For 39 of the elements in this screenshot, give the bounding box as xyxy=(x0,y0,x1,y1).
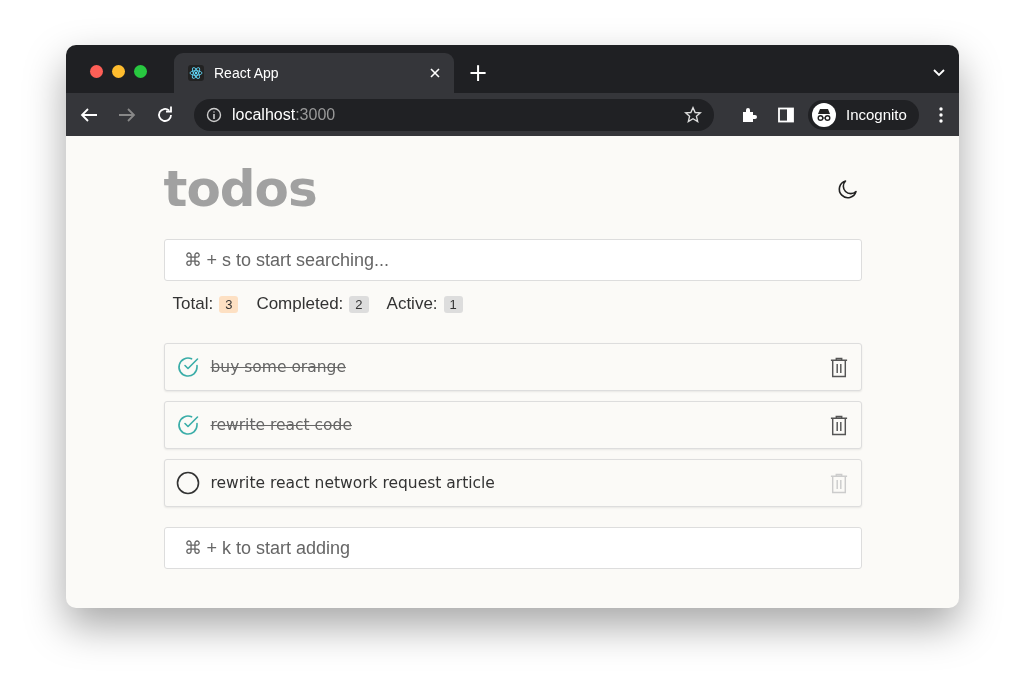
kebab-menu-icon[interactable] xyxy=(938,106,943,123)
count-badge: 2 xyxy=(349,295,369,313)
empty-circle-icon[interactable] xyxy=(175,471,200,495)
star-icon[interactable] xyxy=(684,105,702,124)
stat-label: Total: xyxy=(172,294,214,314)
close-window-button[interactable] xyxy=(90,65,103,78)
side-panel-icon[interactable] xyxy=(778,106,794,123)
new-tab-button[interactable]: + xyxy=(454,61,503,93)
trash-icon[interactable] xyxy=(829,356,848,378)
tab-title: React App xyxy=(214,65,280,81)
stat-label: Active: xyxy=(386,294,438,314)
count-badge: 1 xyxy=(443,295,463,313)
todo-text[interactable]: rewrite react code xyxy=(210,416,352,434)
app-title: todos xyxy=(163,160,317,218)
checked-circle-icon[interactable] xyxy=(175,413,200,437)
checked-circle-icon[interactable] xyxy=(175,355,200,379)
todo-text[interactable]: rewrite react network request article xyxy=(210,474,495,492)
count-badge: 3 xyxy=(219,295,239,313)
incognito-icon xyxy=(812,102,836,127)
chevron-down-icon[interactable] xyxy=(933,69,945,77)
stat-label: Completed: xyxy=(256,294,344,314)
minimize-window-button[interactable] xyxy=(112,65,125,78)
todo-text[interactable]: buy some orange xyxy=(210,358,346,376)
maximize-window-button[interactable] xyxy=(134,65,147,78)
atom-icon xyxy=(188,65,204,81)
forward-arrow-icon[interactable] xyxy=(118,106,136,123)
url-text: localhost:3000 xyxy=(232,105,336,124)
reload-icon[interactable] xyxy=(156,105,174,124)
add-todo-field[interactable]: ⌘ + k to start adding xyxy=(163,527,862,569)
trash-icon[interactable] xyxy=(829,414,848,436)
search-field[interactable]: ⌘ + s to start searching... xyxy=(163,239,862,281)
close-icon[interactable] xyxy=(430,68,440,78)
info-icon xyxy=(206,106,222,123)
profile-button[interactable]: Incognito xyxy=(808,99,919,130)
back-arrow-icon[interactable] xyxy=(80,106,98,123)
moon-icon[interactable] xyxy=(835,177,860,201)
address-bar[interactable]: localhost:3000 xyxy=(194,98,714,131)
puzzle-piece-icon[interactable] xyxy=(740,105,758,124)
browser-tab[interactable]: React App xyxy=(174,53,454,93)
